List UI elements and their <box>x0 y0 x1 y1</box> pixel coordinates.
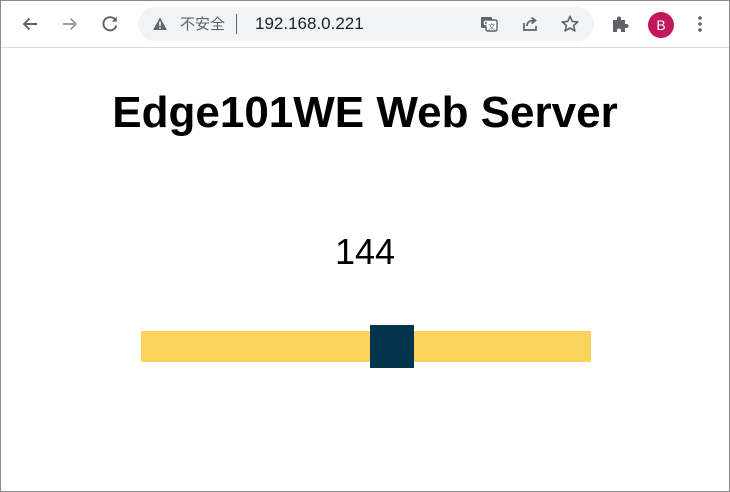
profile-avatar[interactable]: B <box>648 12 674 38</box>
svg-text:文: 文 <box>488 22 495 31</box>
browser-window: 不安全 192.168.0.221 G 文 B Edge101WE Web Se… <box>0 0 730 492</box>
slider-track[interactable] <box>141 331 591 362</box>
browser-menu-button[interactable] <box>686 10 714 38</box>
url-text[interactable]: 192.168.0.221 <box>255 14 364 34</box>
slider-value-display: 144 <box>334 231 396 272</box>
share-icon[interactable] <box>520 14 540 34</box>
warning-triangle-icon[interactable] <box>152 16 168 32</box>
page-title: Edge101WE Web Server <box>112 88 618 137</box>
address-bar[interactable]: 不安全 192.168.0.221 G 文 <box>138 7 594 41</box>
slider-thumb[interactable] <box>370 325 414 368</box>
back-button[interactable] <box>16 10 44 38</box>
forward-button[interactable] <box>56 10 84 38</box>
page-content: Edge101WE Web Server 144 <box>1 48 729 491</box>
forward-arrow-icon <box>63 17 78 31</box>
translate-icon[interactable]: G 文 <box>479 14 499 34</box>
browser-toolbar: 不安全 192.168.0.221 G 文 B <box>1 1 729 48</box>
back-arrow-icon <box>22 17 37 31</box>
puzzle-icon <box>613 16 629 32</box>
extensions-button[interactable] <box>606 10 634 38</box>
star-icon[interactable] <box>560 14 580 34</box>
reload-icon <box>102 16 118 32</box>
brightness-slider[interactable] <box>141 318 591 368</box>
kebab-menu-icon <box>698 16 702 32</box>
address-divider <box>236 14 237 34</box>
reload-button[interactable] <box>96 10 124 38</box>
security-status-label[interactable]: 不安全 <box>180 15 225 33</box>
